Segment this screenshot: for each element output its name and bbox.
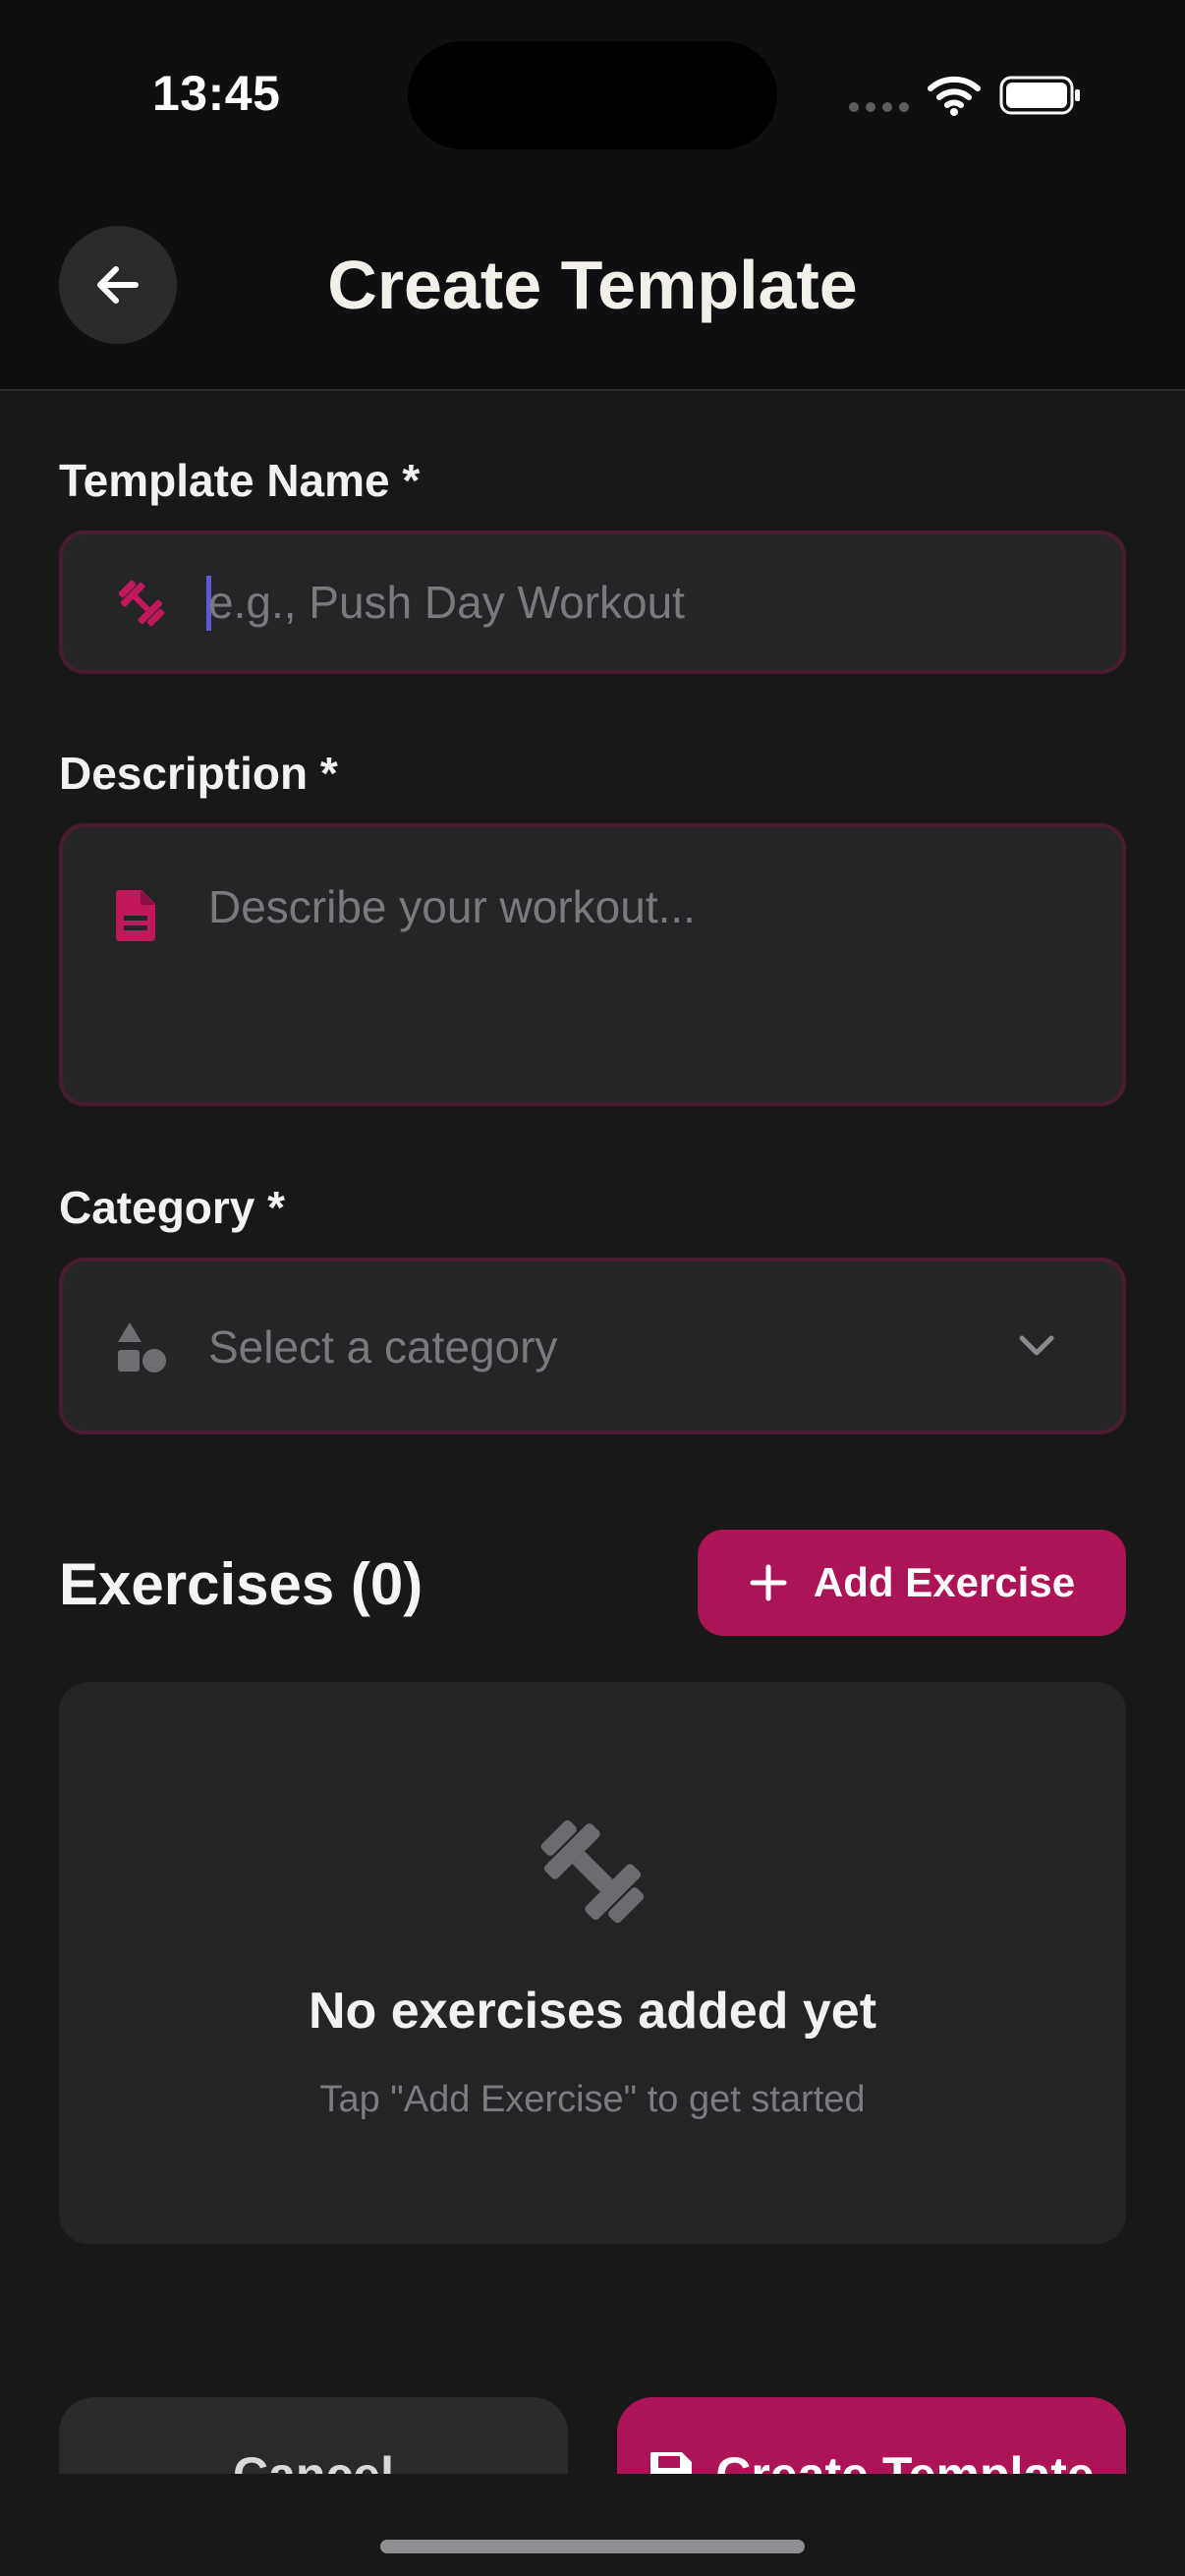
empty-state-title: No exercises added yet [308,1983,877,2040]
create-template-label: Create Template [715,2446,1094,2474]
template-name-input[interactable]: e.g., Push Day Workout [59,531,1126,674]
status-bar: 13:45 [0,0,1185,187]
header: Create Template [0,187,1185,391]
add-exercise-button[interactable]: Add Exercise [698,1530,1126,1636]
category-label: Category * [59,1182,286,1233]
page-title: Create Template [327,247,858,323]
document-icon [115,890,155,941]
template-name-placeholder: e.g., Push Day Workout [208,577,685,628]
empty-state-subtitle: Tap "Add Exercise" to get started [319,2079,866,2120]
footer-actions: Cancel Create Template [0,2397,1185,2474]
wifi-icon [928,76,981,116]
shapes-icon [118,1322,166,1372]
cancel-button[interactable]: Cancel [59,2397,568,2474]
add-exercise-label: Add Exercise [813,1559,1076,1605]
description-input[interactable]: Describe your workout... [59,823,1126,1106]
dumbbell-icon [540,1820,645,1924]
home-indicator [380,2540,805,2553]
chevron-down-icon [1019,1335,1054,1356]
create-template-button[interactable]: Create Template [617,2397,1126,2474]
description-placeholder: Describe your workout... [208,881,696,932]
category-placeholder: Select a category [208,1321,558,1372]
signal-dots-icon [849,102,909,112]
description-label: Description * [59,748,338,799]
dumbbell-icon [118,580,165,627]
plus-icon [750,1564,787,1601]
battery-icon [999,76,1080,115]
cancel-label: Cancel [233,2447,394,2474]
exercises-title: Exercises (0) [59,1551,423,1617]
dynamic-island [408,41,777,149]
exercises-empty-state: No exercises added yet Tap "Add Exercise… [59,1682,1126,2244]
save-icon [650,2452,693,2474]
status-time: 13:45 [152,66,281,121]
category-select[interactable]: Select a category [59,1258,1126,1434]
template-name-label: Template Name * [59,455,421,506]
